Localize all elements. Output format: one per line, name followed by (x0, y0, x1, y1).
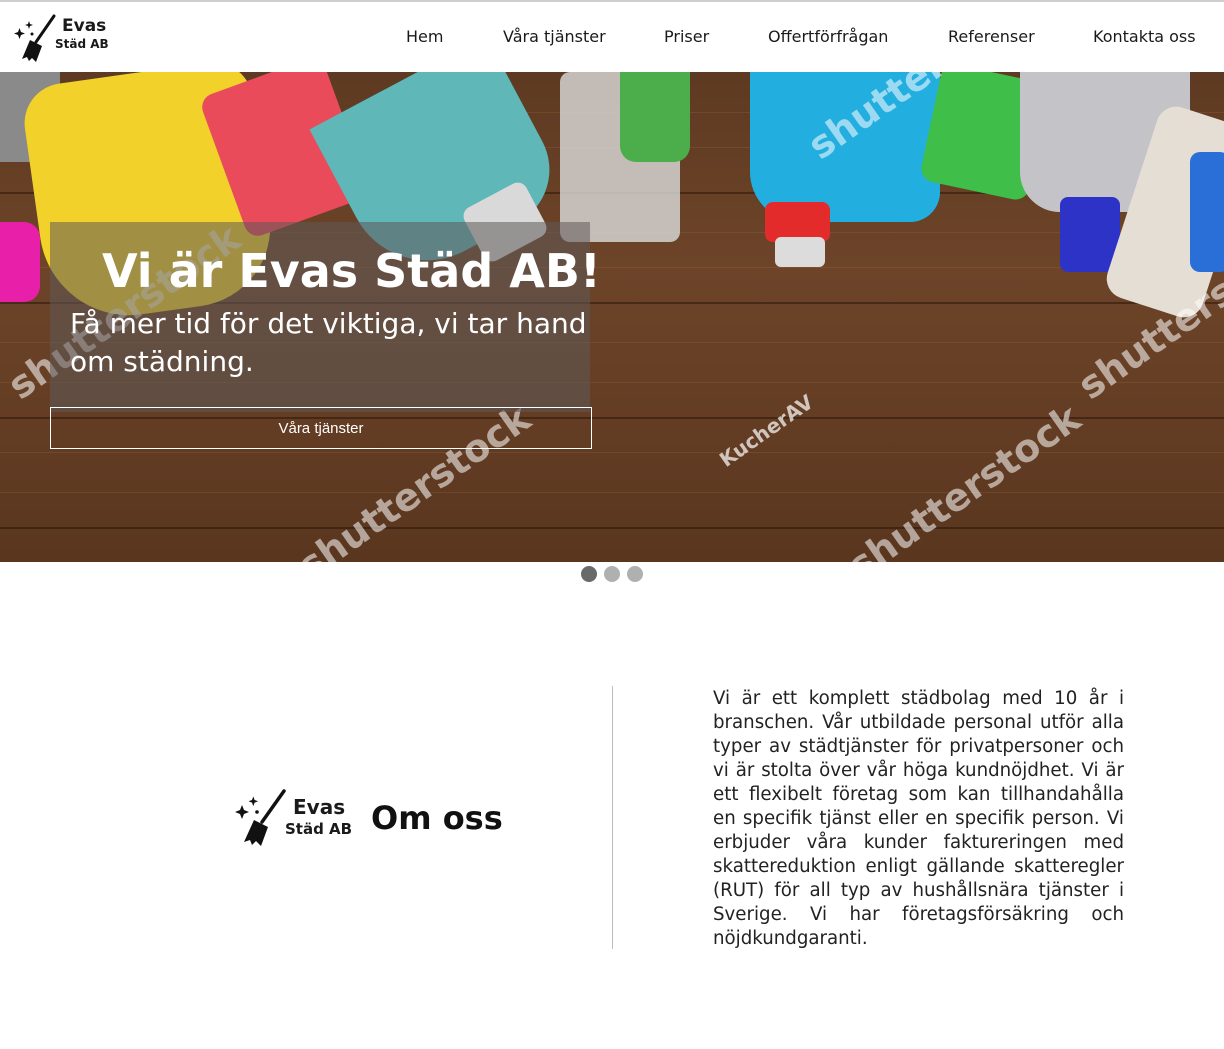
hero-services-button[interactable]: Våra tjänster (50, 407, 592, 449)
watermark-author: KucherAV (715, 389, 818, 472)
nav-offertforfragan[interactable]: Offertförfrågan (768, 27, 888, 46)
nav-vara-tjanster[interactable]: Våra tjänster (503, 27, 606, 46)
slider-dot-1[interactable] (581, 566, 597, 582)
nav-priser[interactable]: Priser (664, 27, 709, 46)
watermark-text: shutterstock (840, 395, 1089, 562)
about-logo-text-line2: Städ AB (285, 820, 353, 838)
slider-dot-3[interactable] (627, 566, 643, 582)
about-logo-text-line1: Evas (293, 795, 346, 819)
hero-slider: shutterstock shutterstock shutterstock s… (0, 72, 1224, 562)
logo-text-line1: Evas (62, 16, 107, 36)
logo-text-line2: Städ AB (55, 37, 109, 51)
nav-referenser[interactable]: Referenser (948, 27, 1035, 46)
about-text: Vi är ett komplett städbolag med 10 år i… (713, 688, 1124, 949)
slider-dots (581, 566, 643, 582)
nav-hem[interactable]: Hem (406, 27, 443, 46)
hero-subtitle: Få mer tid för det viktiga, vi tar hand … (70, 307, 587, 378)
site-header: Evas Städ AB Hem Våra tjänster Priser Of… (0, 2, 1224, 72)
nav-kontakta-oss[interactable]: Kontakta oss (1093, 27, 1196, 46)
hero-title: Vi är Evas Städ AB! (102, 244, 601, 298)
section-divider (612, 686, 613, 949)
about-title: Om oss (371, 799, 503, 837)
slider-dot-2[interactable] (604, 566, 620, 582)
